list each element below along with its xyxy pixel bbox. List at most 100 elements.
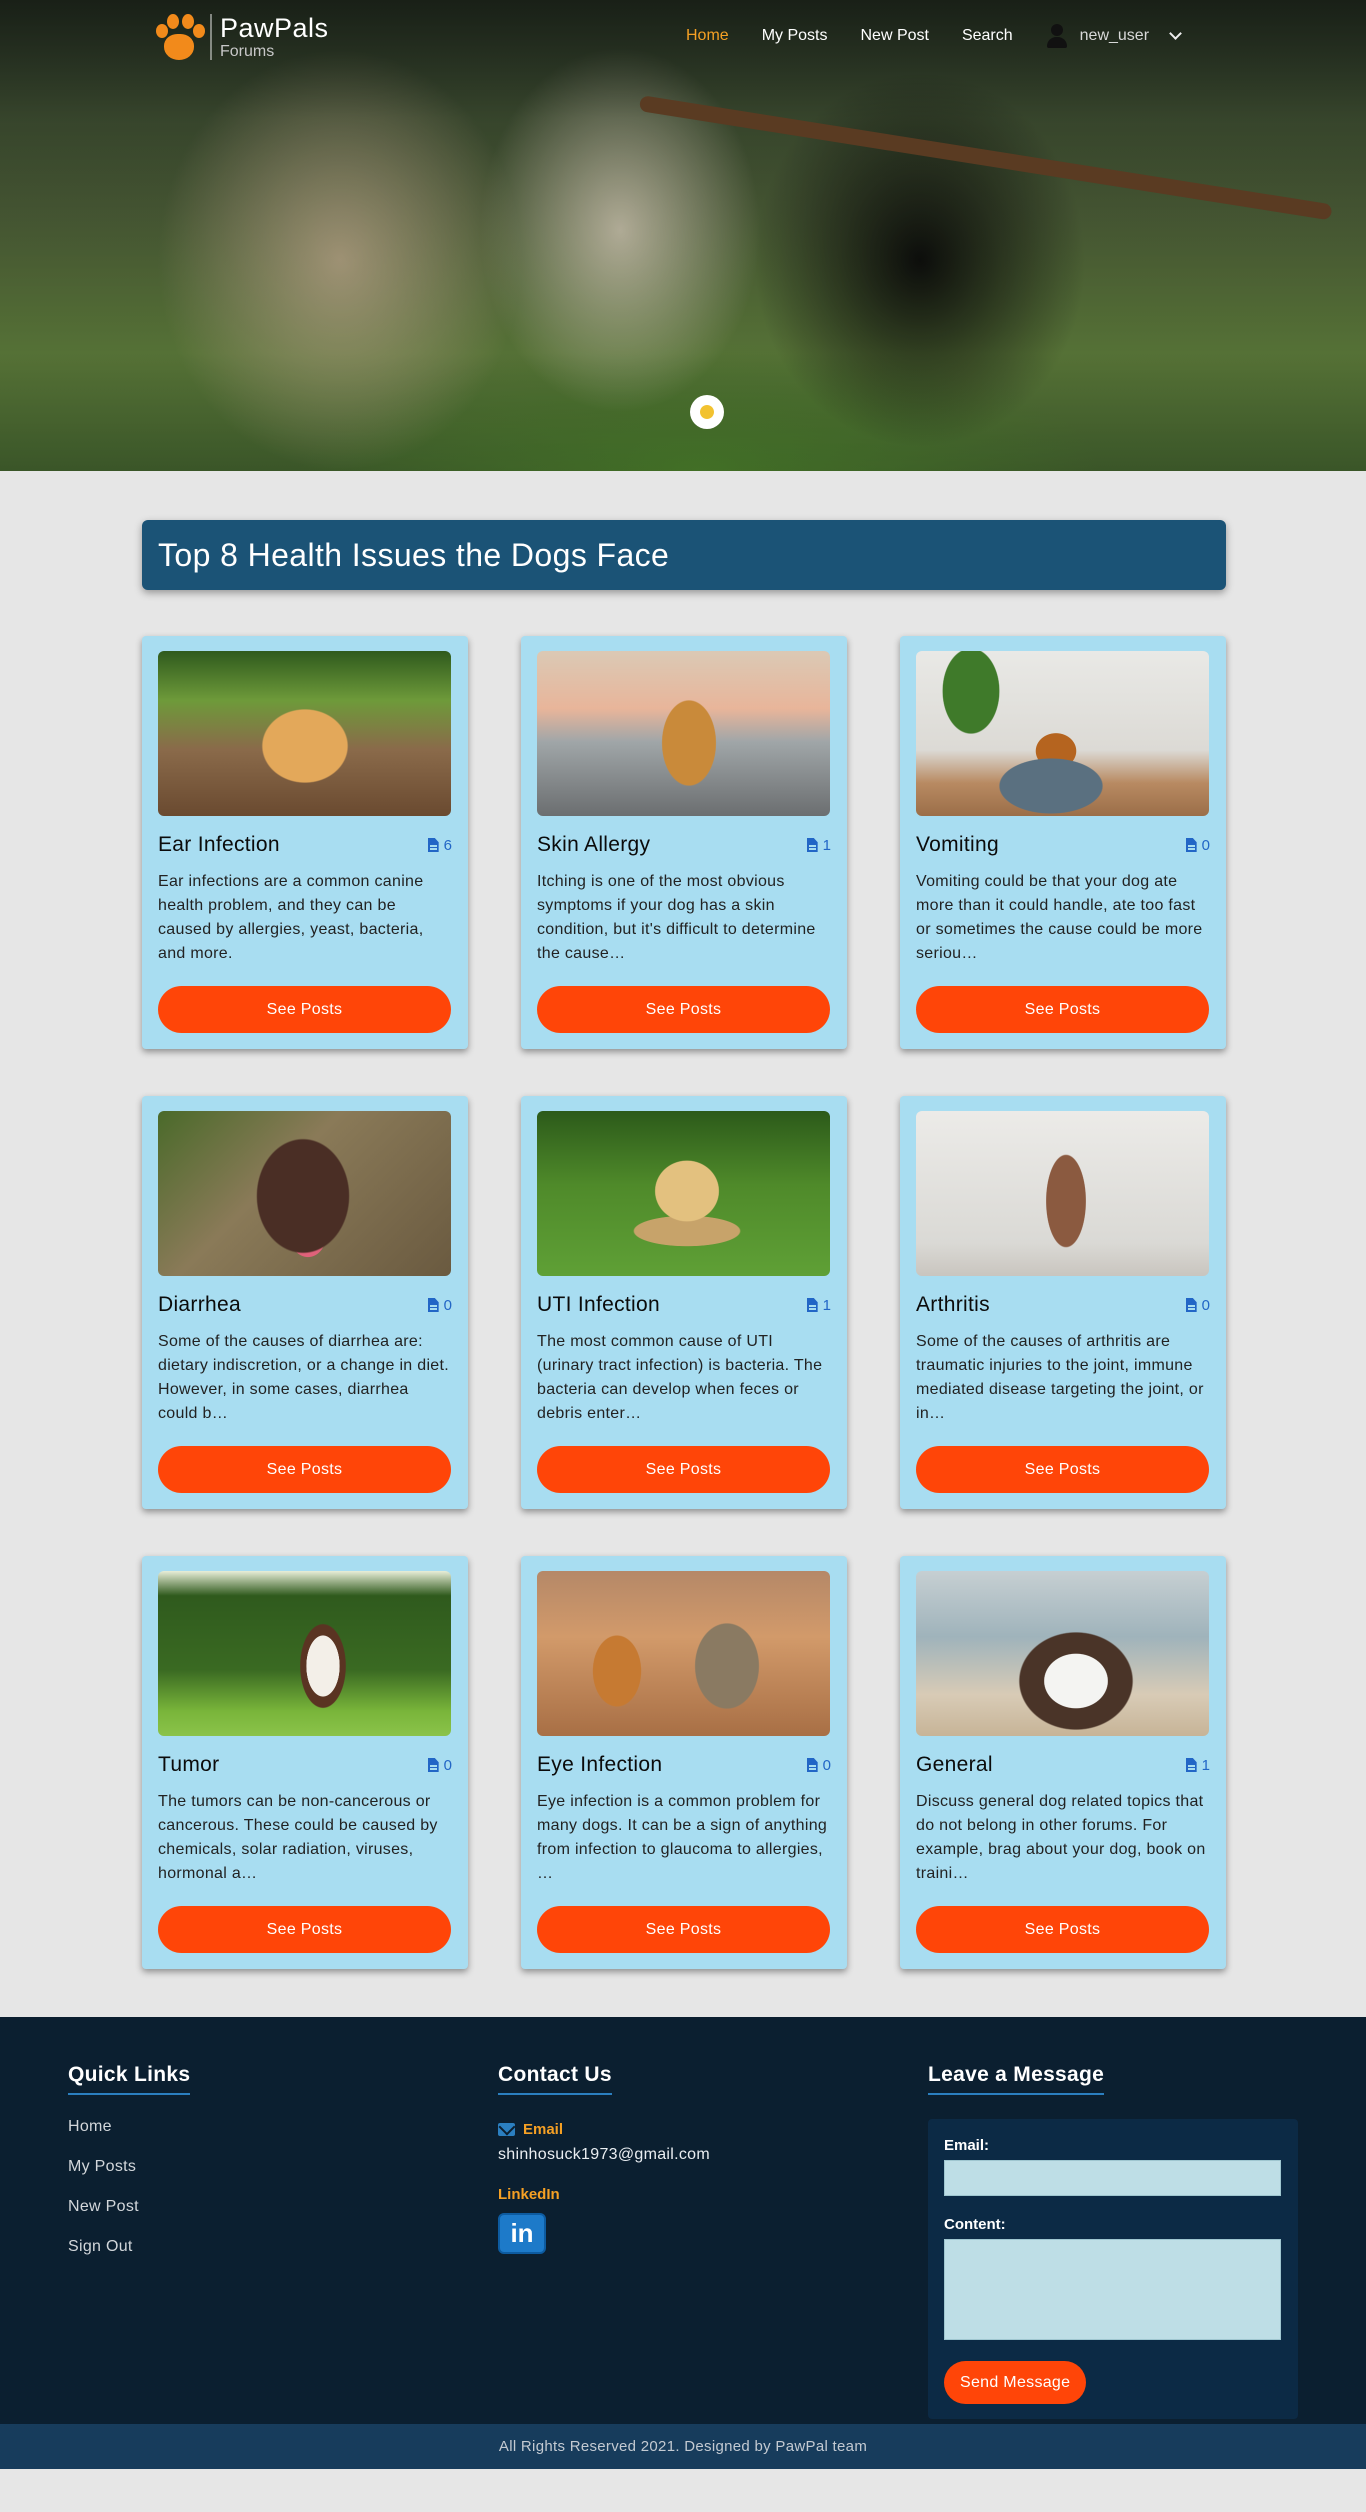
quick-link-my-posts[interactable]: My Posts <box>68 2155 190 2195</box>
forum-card-ear-infection: Ear Infection 6 Ear infections are a com… <box>142 636 468 1049</box>
message-heading: Leave a Message <box>928 2063 1105 2095</box>
forum-card-title: Ear Infection <box>158 833 280 856</box>
forum-card-title: Arthritis <box>916 1293 990 1316</box>
linkedin-label: LinkedIn <box>498 2186 560 2203</box>
message-email-input[interactable] <box>944 2160 1281 2196</box>
linkedin-icon[interactable]: in <box>498 2213 546 2254</box>
quick-links-section: Quick Links Home My Posts New Post Sign … <box>68 2063 191 2275</box>
see-posts-button[interactable]: See Posts <box>916 1906 1209 1953</box>
quick-link-new-post[interactable]: New Post <box>68 2195 190 2235</box>
file-icon <box>1185 838 1197 852</box>
forum-card-title: General <box>916 1753 993 1776</box>
forum-card-description: Discuss general dog related topics that … <box>916 1793 1206 1882</box>
forum-card-description: Some of the causes of arthritis are trau… <box>916 1333 1204 1422</box>
message-content-label: Content: <box>944 2216 1006 2233</box>
brand-name: PawPals <box>220 13 329 43</box>
contact-section: Contact Us Email shinhosuck1973@gmail.co… <box>498 2063 710 2254</box>
quick-link-home[interactable]: Home <box>68 2115 190 2155</box>
post-count-value: 0 <box>443 1756 452 1774</box>
contact-email[interactable]: shinhosuck1973@gmail.com <box>498 2146 710 2164</box>
main-content: Top 8 Health Issues the Dogs Face Ear In… <box>0 471 1366 2017</box>
message-section: Leave a Message Email: Content: Send Mes… <box>928 2063 1298 2419</box>
forum-card-description: Eye infection is a common problem for ma… <box>537 1793 828 1882</box>
post-count-value: 1 <box>1201 1756 1210 1774</box>
brand-divider <box>210 14 212 60</box>
forum-card-image <box>158 1571 451 1736</box>
file-icon <box>1185 1298 1197 1312</box>
nav-link-new-post[interactable]: New Post <box>860 27 928 45</box>
send-message-button[interactable]: Send Message <box>944 2361 1087 2404</box>
navbar: PawPals Forums Home My Posts New Post Se… <box>0 0 1366 72</box>
copyright: All Rights Reserved 2021. Designed by Pa… <box>0 2424 1366 2469</box>
post-count-value: 0 <box>822 1756 831 1774</box>
see-posts-button[interactable]: See Posts <box>537 1446 830 1493</box>
nav-links: Home My Posts New Post Search new_user <box>686 24 1182 48</box>
file-icon <box>1185 1758 1197 1772</box>
chevron-down-icon[interactable] <box>1169 27 1182 40</box>
hero-banner: PawPals Forums Home My Posts New Post Se… <box>0 0 1366 471</box>
footer: Quick Links Home My Posts New Post Sign … <box>0 2017 1366 2469</box>
post-count: 0 <box>427 1756 452 1774</box>
see-posts-button[interactable]: See Posts <box>537 986 830 1033</box>
forum-card-grid: Ear Infection 6 Ear infections are a com… <box>142 636 1226 1969</box>
user-menu[interactable]: new_user <box>1046 24 1182 48</box>
hero-image-stick <box>638 95 1333 221</box>
see-posts-button[interactable]: See Posts <box>916 986 1209 1033</box>
post-count: 0 <box>1185 1296 1210 1314</box>
post-count-value: 0 <box>1201 836 1210 854</box>
see-posts-button[interactable]: See Posts <box>158 1446 451 1493</box>
see-posts-button[interactable]: See Posts <box>916 1446 1209 1493</box>
forum-card-description: Ear infections are a common canine healt… <box>158 873 424 962</box>
forum-card-uti-infection: UTI Infection 1 The most common cause of… <box>521 1096 847 1509</box>
see-posts-button[interactable]: See Posts <box>158 986 451 1033</box>
forum-card-arthritis: Arthritis 0 Some of the causes of arthri… <box>900 1096 1226 1509</box>
post-count: 1 <box>1185 1756 1210 1774</box>
nav-link-my-posts[interactable]: My Posts <box>762 27 828 45</box>
post-count-value: 1 <box>822 1296 831 1314</box>
see-posts-button[interactable]: See Posts <box>537 1906 830 1953</box>
file-icon <box>427 1298 439 1312</box>
forum-card-general: General 1 Discuss general dog related to… <box>900 1556 1226 1969</box>
forum-card-image <box>537 1571 830 1736</box>
forum-card-title: Tumor <box>158 1753 220 1776</box>
forum-card-description: Some of the causes of diarrhea are: diet… <box>158 1333 449 1422</box>
forum-card-title: Vomiting <box>916 833 999 856</box>
brand-subtitle: Forums <box>220 43 275 60</box>
file-icon <box>806 1758 818 1772</box>
quick-links-list: Home My Posts New Post Sign Out <box>68 2115 190 2275</box>
nav-link-home[interactable]: Home <box>686 27 729 45</box>
post-count: 1 <box>806 1296 831 1314</box>
email-label-text: Email <box>523 2121 564 2138</box>
post-count: 1 <box>806 836 831 854</box>
hero-image-flower <box>690 395 724 429</box>
quick-link-sign-out[interactable]: Sign Out <box>68 2235 190 2275</box>
envelope-icon <box>498 2123 515 2136</box>
email-label: Email <box>498 2121 710 2138</box>
forum-card-title: Skin Allergy <box>537 833 651 856</box>
forum-card-title: Eye Infection <box>537 1753 663 1776</box>
quick-links-heading: Quick Links <box>68 2063 191 2095</box>
forum-card-image <box>158 651 451 816</box>
post-count-value: 0 <box>1201 1296 1210 1314</box>
paw-icon <box>152 10 206 64</box>
forum-card-image <box>916 1111 1209 1276</box>
page-title: Top 8 Health Issues the Dogs Face <box>158 536 670 573</box>
forum-card-diarrhea: Diarrhea 0 Some of the causes of diarrhe… <box>142 1096 468 1509</box>
post-count-value: 1 <box>822 836 831 854</box>
post-count: 0 <box>806 1756 831 1774</box>
username: new_user <box>1079 27 1150 44</box>
forum-card-description: Vomiting could be that your dog ate more… <box>916 873 1203 962</box>
message-email-label: Email: <box>944 2137 990 2154</box>
forum-card-tumor: Tumor 0 The tumors can be non-cancerous … <box>142 1556 468 1969</box>
see-posts-button[interactable]: See Posts <box>158 1906 451 1953</box>
forum-card-title: UTI Infection <box>537 1293 660 1316</box>
nav-link-search[interactable]: Search <box>962 27 1013 45</box>
post-count: 0 <box>427 1297 452 1314</box>
message-content-input[interactable] <box>944 2239 1281 2340</box>
post-count: 6 <box>427 836 452 854</box>
contact-heading: Contact Us <box>498 2063 612 2095</box>
forum-card-image <box>537 1111 830 1276</box>
forum-card-description: The most common cause of UTI (urinary tr… <box>537 1333 823 1422</box>
brand-logo[interactable]: PawPals Forums <box>152 10 329 64</box>
post-count-value: 6 <box>443 836 452 854</box>
